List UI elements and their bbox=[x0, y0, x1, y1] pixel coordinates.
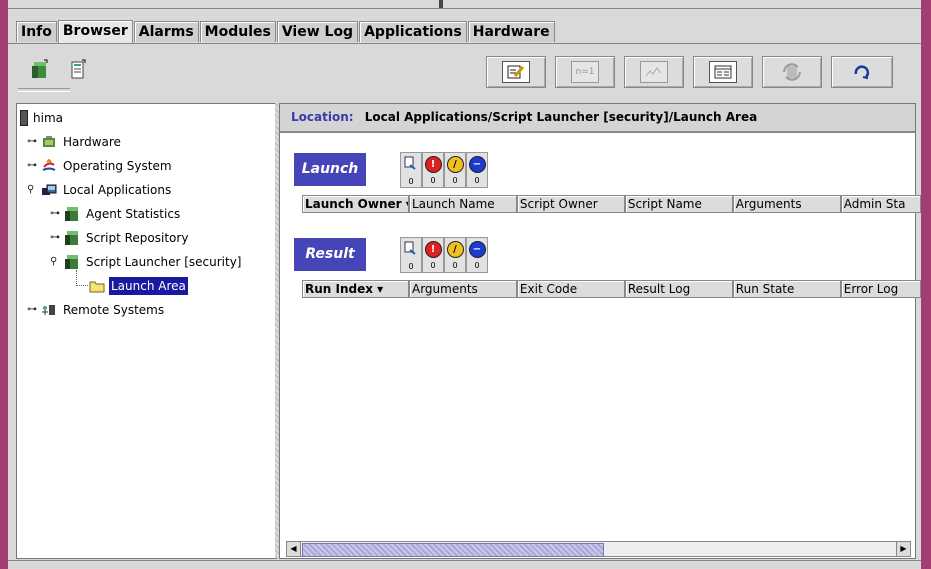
n1-button[interactable]: n=1 bbox=[555, 56, 615, 88]
result-table-title: Result Table bbox=[294, 238, 366, 295]
result-col-run-index[interactable]: Run Index ▾ bbox=[302, 280, 409, 298]
refresh-disabled-icon bbox=[779, 62, 805, 82]
refresh-button[interactable] bbox=[831, 56, 893, 88]
module-icon bbox=[64, 231, 80, 245]
tab-applications[interactable]: Applications bbox=[359, 21, 467, 42]
table-view-icon bbox=[709, 61, 737, 83]
result-col-arguments[interactable]: Arguments bbox=[408, 280, 517, 298]
module-icon bbox=[64, 255, 80, 269]
result-status-minor[interactable]: − 0 bbox=[466, 237, 488, 273]
main-window: Info Browser Alarms Modules View Log App… bbox=[8, 0, 921, 569]
tree-item-agent-statistics[interactable]: ⊶ Agent Statistics bbox=[50, 205, 182, 223]
launch-col-admin-status[interactable]: Admin Sta bbox=[840, 195, 921, 213]
launch-table-header: Launch Owner ▾ Launch Name Script Owner … bbox=[302, 195, 921, 213]
remote-systems-icon bbox=[41, 303, 57, 317]
tab-browser[interactable]: Browser bbox=[57, 20, 133, 43]
tree-item-launch-area[interactable]: Launch Area bbox=[89, 277, 188, 295]
refresh-disabled-button[interactable] bbox=[762, 56, 822, 88]
result-col-run-state[interactable]: Run State bbox=[732, 280, 841, 298]
tree-item-script-launcher[interactable]: ⚲ Script Launcher [security] bbox=[50, 253, 243, 271]
toolbar: n=1 bbox=[8, 44, 921, 96]
result-col-exit-code[interactable]: Exit Code bbox=[516, 280, 625, 298]
refresh-icon bbox=[849, 62, 875, 82]
warning-alarm-icon: / bbox=[446, 156, 464, 173]
launch-status-minor[interactable]: − 0 bbox=[466, 152, 488, 188]
location-label: Location: bbox=[291, 110, 354, 124]
result-table-header: Run Index ▾ Arguments Exit Code Result L… bbox=[302, 280, 921, 298]
edit-button[interactable] bbox=[486, 56, 546, 88]
launch-status-warning[interactable]: / 0 bbox=[444, 152, 466, 188]
scroll-left-icon[interactable]: ◀ bbox=[287, 542, 301, 556]
scroll-right-icon[interactable]: ▶ bbox=[896, 542, 910, 556]
local-applications-icon bbox=[41, 183, 57, 197]
launch-col-owner[interactable]: Launch Owner ▾ bbox=[302, 195, 409, 213]
launch-col-name[interactable]: Launch Name bbox=[408, 195, 517, 213]
scroll-thumb[interactable] bbox=[302, 543, 604, 557]
result-status-info[interactable]: 0 bbox=[400, 237, 422, 273]
tab-modules[interactable]: Modules bbox=[199, 21, 276, 42]
graph-button[interactable] bbox=[624, 56, 684, 88]
new-module-icon[interactable] bbox=[28, 58, 52, 82]
host-icon bbox=[20, 110, 28, 126]
expand-icon[interactable]: ⊶ bbox=[27, 133, 41, 151]
tab-alarms[interactable]: Alarms bbox=[133, 21, 199, 42]
tree-item-script-repository[interactable]: ⊶ Script Repository bbox=[50, 229, 190, 247]
minor-alarm-icon: − bbox=[468, 241, 486, 258]
tab-bar: Info Browser Alarms Modules View Log App… bbox=[16, 20, 556, 43]
launch-col-script-owner[interactable]: Script Owner bbox=[516, 195, 625, 213]
launch-status-critical[interactable]: ! 0 bbox=[422, 152, 444, 188]
tree-item-hardware[interactable]: ⊶ Hardware bbox=[27, 133, 123, 151]
result-status-critical[interactable]: ! 0 bbox=[422, 237, 444, 273]
tree-item-operating-system[interactable]: ⊶ Operating System bbox=[27, 157, 174, 175]
location-path: Local Applications/Script Launcher [secu… bbox=[364, 110, 758, 124]
location-bar: Location: Local Applications/Script Laun… bbox=[280, 104, 915, 133]
expand-icon[interactable]: ⊶ bbox=[27, 301, 41, 319]
critical-alarm-icon: ! bbox=[424, 156, 442, 173]
critical-alarm-icon: ! bbox=[424, 241, 442, 258]
properties-icon[interactable] bbox=[66, 58, 90, 82]
collapse-icon[interactable]: ⚲ bbox=[50, 253, 64, 271]
warning-alarm-icon: / bbox=[446, 241, 464, 258]
result-status-warning[interactable]: / 0 bbox=[444, 237, 466, 273]
folder-icon bbox=[89, 279, 105, 293]
tree-item-local-applications[interactable]: ⚲ Local Applications bbox=[27, 181, 173, 199]
tree-panel: hima ⊶ Hardware ⊶ Operating System ⚲ Loc… bbox=[16, 103, 277, 559]
module-icon bbox=[64, 207, 80, 221]
launch-col-arguments[interactable]: Arguments bbox=[732, 195, 841, 213]
tab-view-log[interactable]: View Log bbox=[276, 21, 359, 42]
table-view-button[interactable] bbox=[693, 56, 753, 88]
details-panel: Location: Local Applications/Script Laun… bbox=[279, 103, 921, 559]
hardware-icon bbox=[41, 135, 57, 149]
collapse-icon[interactable]: ⚲ bbox=[27, 181, 41, 199]
n1-icon: n=1 bbox=[571, 61, 599, 83]
graph-icon bbox=[640, 61, 668, 83]
tab-info[interactable]: Info bbox=[16, 21, 57, 42]
launch-col-script-name[interactable]: Script Name bbox=[624, 195, 733, 213]
expand-icon[interactable]: ⊶ bbox=[50, 205, 64, 223]
operating-system-icon bbox=[41, 158, 57, 173]
result-col-result-log[interactable]: Result Log bbox=[624, 280, 733, 298]
info-status-icon bbox=[404, 156, 418, 174]
result-col-error-log[interactable]: Error Log bbox=[840, 280, 921, 298]
horizontal-scrollbar[interactable]: ◀ ▶ bbox=[286, 541, 911, 557]
expand-icon[interactable]: ⊶ bbox=[27, 157, 41, 175]
tab-hardware[interactable]: Hardware bbox=[467, 21, 555, 42]
edit-icon bbox=[502, 61, 530, 83]
expand-icon[interactable]: ⊶ bbox=[50, 229, 64, 247]
title-strip bbox=[8, 0, 921, 9]
tree-item-remote-systems[interactable]: ⊶ Remote Systems bbox=[27, 301, 166, 319]
launch-status-info[interactable]: 0 bbox=[400, 152, 422, 188]
launch-table-title: Launch Table bbox=[294, 153, 366, 210]
info-status-icon bbox=[404, 241, 418, 259]
minor-alarm-icon: − bbox=[468, 156, 486, 173]
tree-root[interactable]: hima bbox=[20, 109, 65, 127]
